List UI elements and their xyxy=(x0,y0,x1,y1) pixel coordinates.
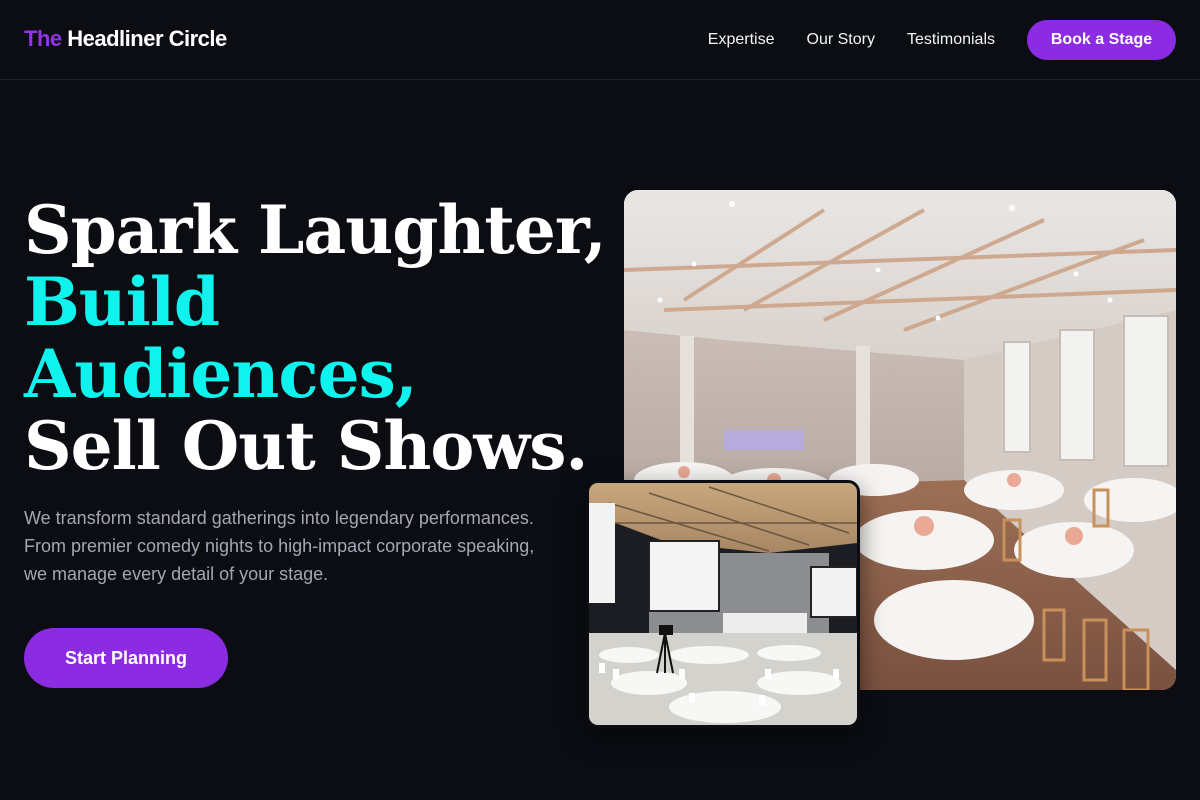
nav-link-our-story[interactable]: Our Story xyxy=(807,31,875,49)
headline-line-1: Spark Laughter, xyxy=(24,191,607,269)
brand-name: Headliner Circle xyxy=(67,26,227,51)
hero-headline: Spark Laughter, Build Audiences, Sell Ou… xyxy=(24,191,607,485)
hero-subtext: We transform standard gatherings into le… xyxy=(24,508,535,584)
nav-link-testimonials[interactable]: Testimonials xyxy=(907,31,995,49)
brand-accent: The xyxy=(24,26,62,51)
conference-hall-illustration xyxy=(589,483,857,725)
headline-line-4: Sell Out Shows. xyxy=(24,407,588,485)
site-header: The Headliner Circle Expertise Our Story… xyxy=(0,0,1200,80)
main-nav: Expertise Our Story Testimonials Book a … xyxy=(708,20,1176,60)
nav-link-expertise[interactable]: Expertise xyxy=(708,31,775,49)
start-planning-button[interactable]: Start Planning xyxy=(24,628,228,688)
brand-logo[interactable]: The Headliner Circle xyxy=(24,26,227,52)
conference-hall-image xyxy=(586,480,860,728)
headline-line-2: Build xyxy=(24,263,220,341)
book-a-stage-button[interactable]: Book a Stage xyxy=(1027,20,1176,60)
headline-line-3: Audiences, xyxy=(24,335,418,413)
